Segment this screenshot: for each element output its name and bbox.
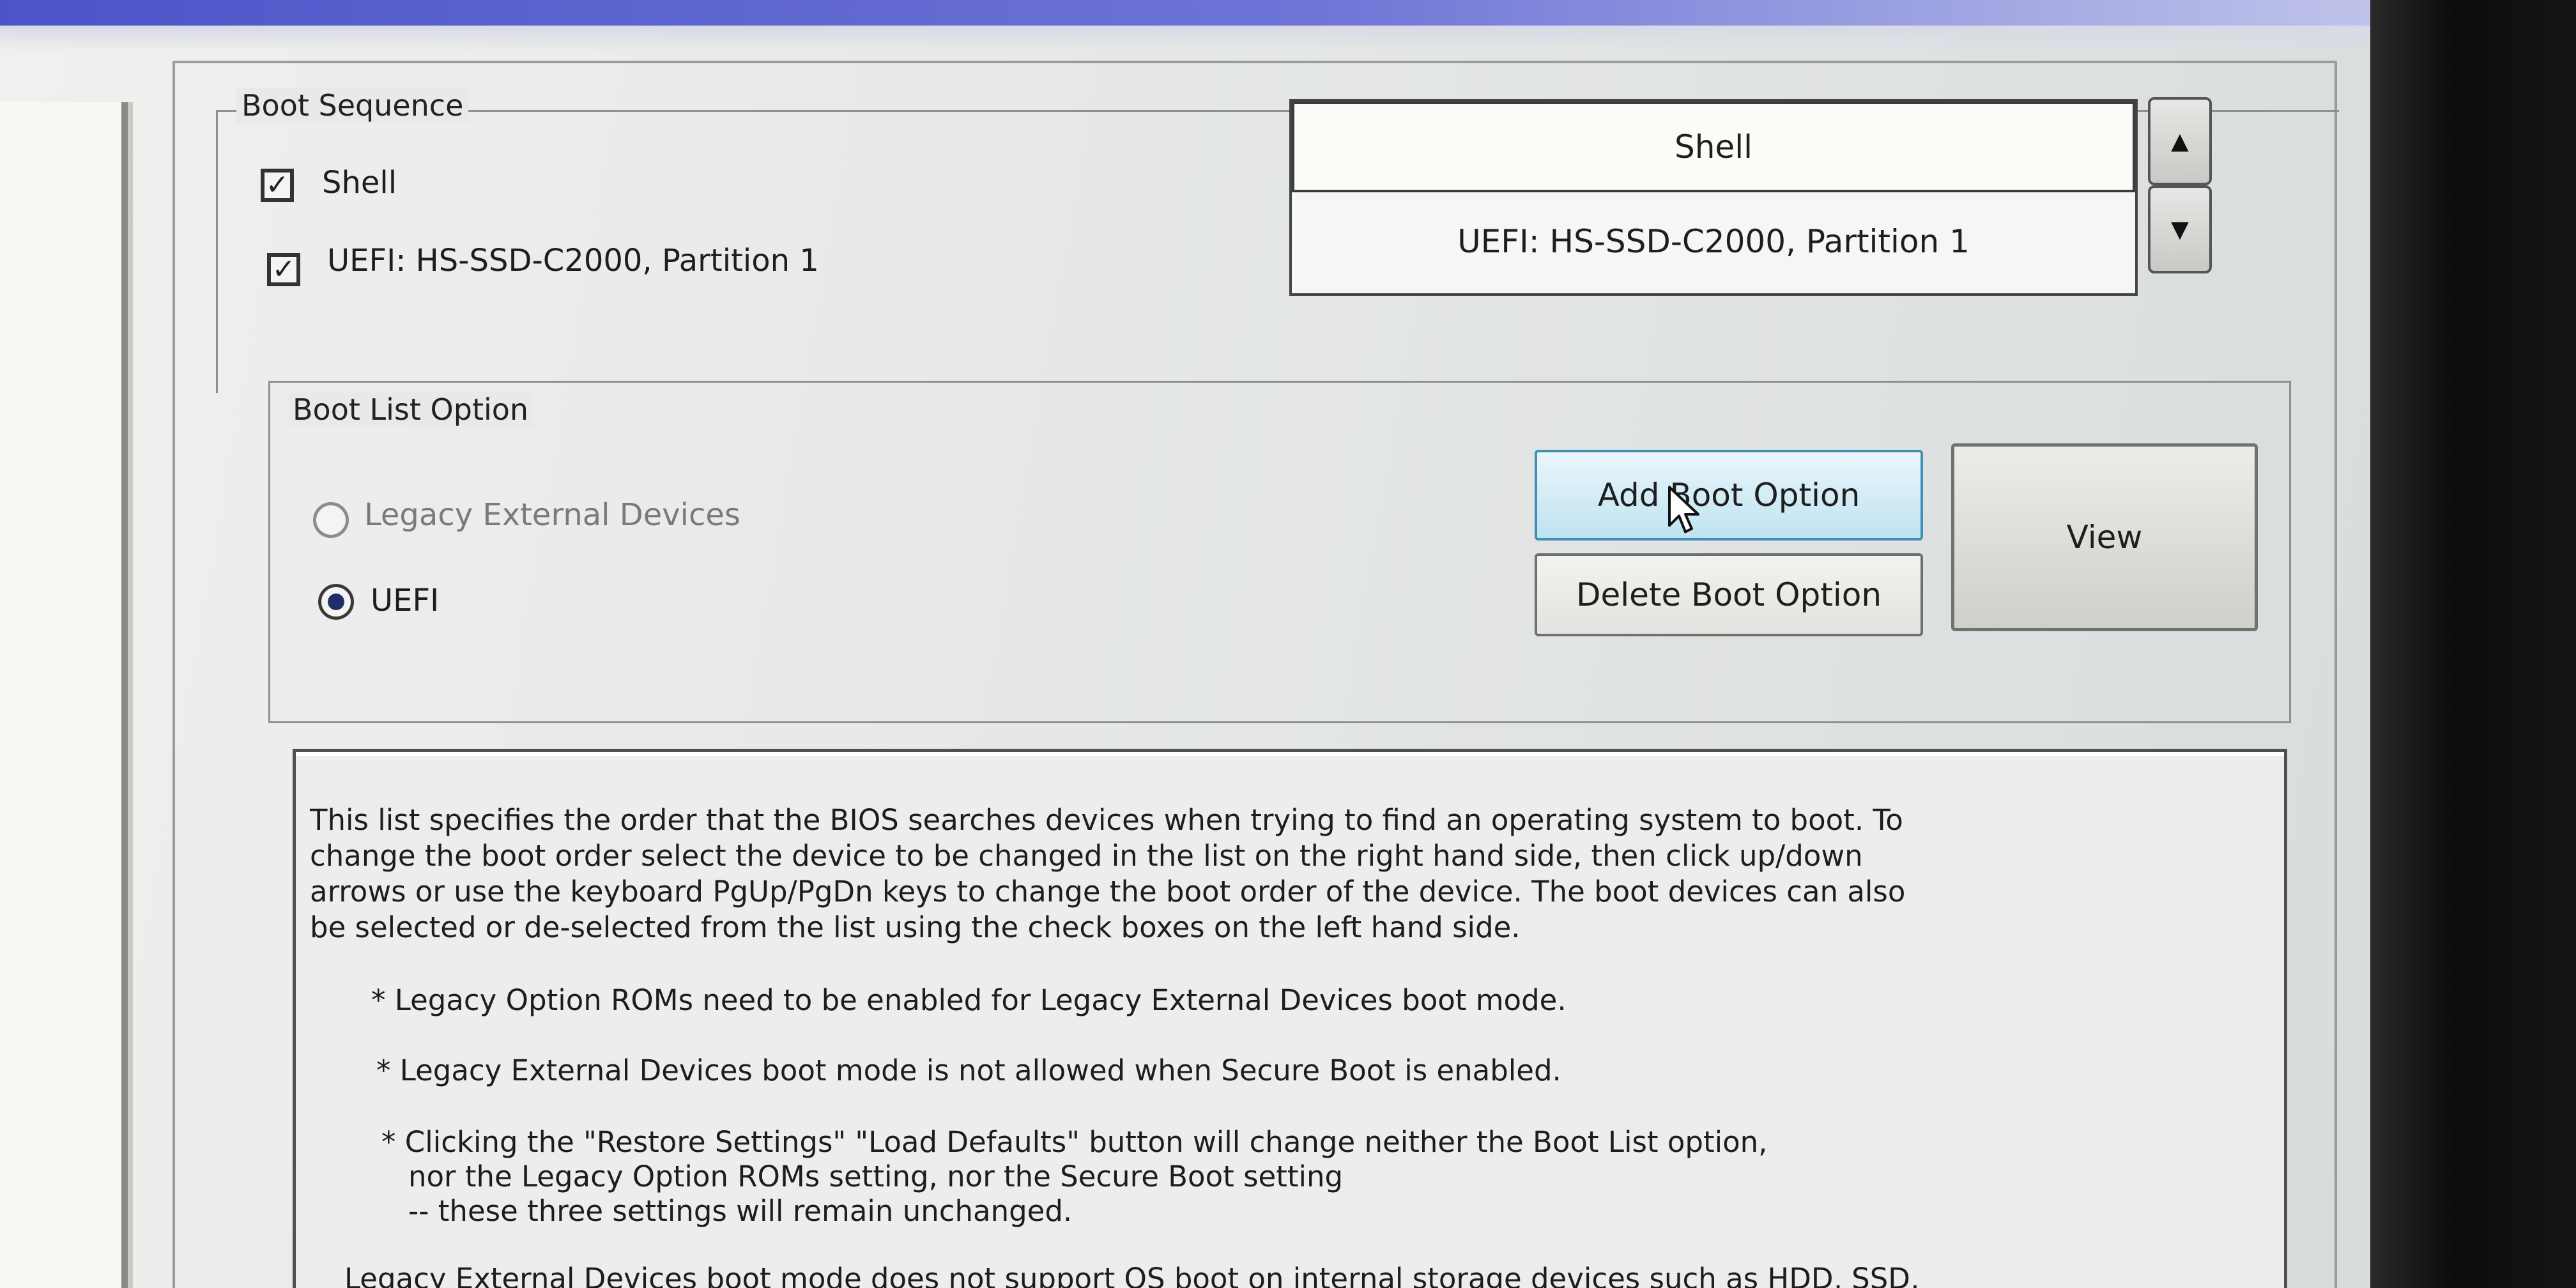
settings-tree-pane[interactable] [0,102,128,1288]
boot-order-list[interactable]: Shell UEFI: HS-SSD-C2000, Partition 1 [1289,99,2138,296]
move-down-button[interactable]: ▼ [2148,185,2212,273]
triangle-down-icon: ▼ [2171,216,2189,243]
mouse-pointer-icon [1668,486,1699,533]
shell-checkbox-label: Shell [322,165,397,201]
bios-setup-screen: Boot Sequence ✓ Shell ✓ UEFI: HS-SSD-C20… [0,0,2370,1288]
boot-list-option-legend: Boot List Option [288,392,534,427]
legacy-external-devices-radio[interactable] [313,502,349,538]
note-line: -- these three settings will remain unch… [408,1194,1073,1228]
note-line: * Clicking the "Restore Settings" "Load … [381,1125,1768,1159]
uefi-ssd-checkbox[interactable]: ✓ [267,253,300,286]
checkmark-icon: ✓ [272,253,296,286]
move-up-button[interactable]: ▲ [2148,97,2212,185]
description-line: change the boot order select the device … [310,839,1863,873]
uefi-radio-label: UEFI [371,583,440,618]
note-line: * Legacy Option ROMs need to be enabled … [371,983,1567,1017]
checkmark-icon: ✓ [265,169,289,201]
boot-order-item[interactable]: UEFI: HS-SSD-C2000, Partition 1 [1292,196,2135,287]
description-line: arrows or use the keyboard PgUp/PgDn key… [310,875,1906,908]
shell-checkbox[interactable]: ✓ [261,169,294,202]
radio-selected-dot [328,594,344,610]
legacy-external-devices-label: Legacy External Devices [364,497,740,533]
monitor-bezel [2370,0,2576,1288]
boot-sequence-legend: Boot Sequence [236,88,469,123]
note-line: * Legacy External Devices boot mode is n… [376,1054,1561,1087]
title-bar [0,0,2370,26]
description-line: be selected or de-selected from the list… [310,910,1521,944]
delete-boot-option-button[interactable]: Delete Boot Option [1535,553,1923,636]
note-line: nor the Legacy Option ROMs setting, nor … [408,1160,1344,1193]
description-line: This list specifies the order that the B… [310,803,1903,837]
view-button[interactable]: View [1951,443,2258,631]
uefi-ssd-checkbox-label: UEFI: HS-SSD-C2000, Partition 1 [327,243,819,279]
boot-order-item[interactable]: Shell [1292,102,2135,192]
uefi-radio[interactable] [318,584,354,620]
description-line: Legacy External Devices boot mode does n… [344,1262,1920,1288]
add-boot-option-button[interactable]: Add Boot Option [1535,450,1923,540]
triangle-up-icon: ▲ [2171,128,2189,155]
help-description-box: This list specifies the order that the B… [293,749,2287,1288]
